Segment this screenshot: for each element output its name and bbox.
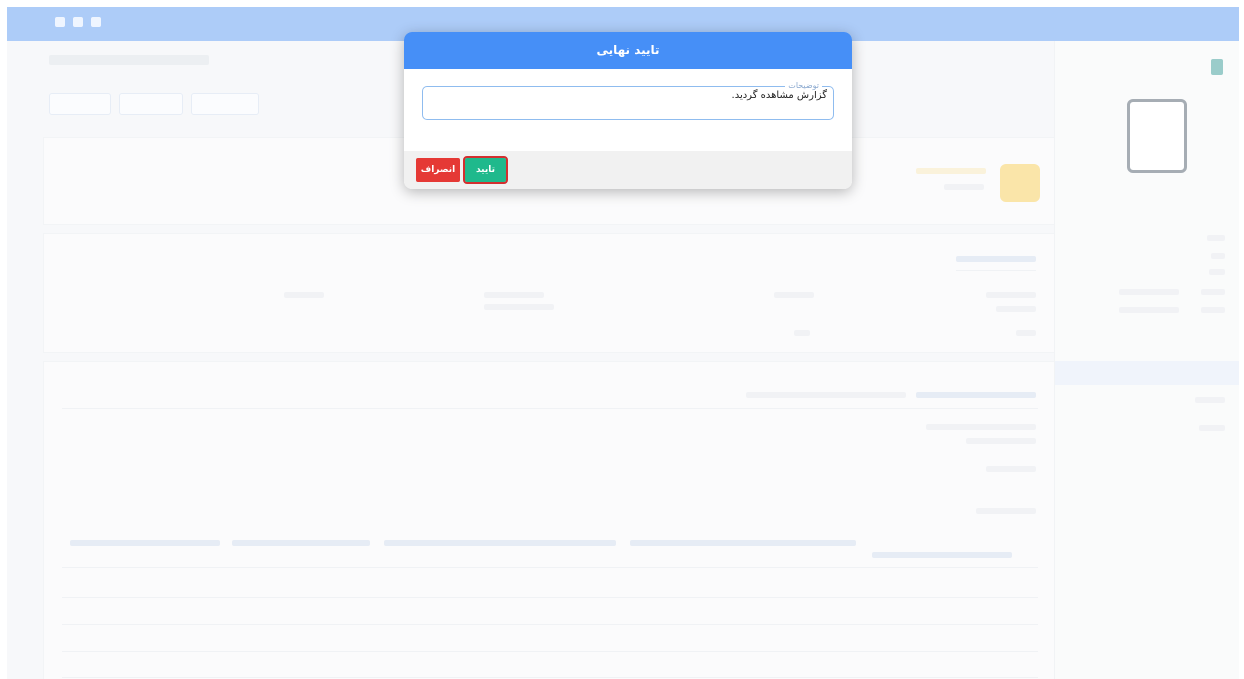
dialog-title: تایید نهایی bbox=[404, 32, 852, 69]
description-field[interactable]: گزارش مشاهده گردید. bbox=[422, 86, 834, 120]
confirm-dialog: تایید نهایی گزارش مشاهده گردید. توضیحات … bbox=[404, 32, 852, 189]
description-value[interactable]: گزارش مشاهده گردید. bbox=[732, 90, 827, 101]
confirm-button[interactable]: تایید bbox=[463, 156, 508, 184]
cancel-button[interactable]: انصراف bbox=[416, 158, 460, 182]
description-label: توضیحات bbox=[785, 81, 822, 91]
